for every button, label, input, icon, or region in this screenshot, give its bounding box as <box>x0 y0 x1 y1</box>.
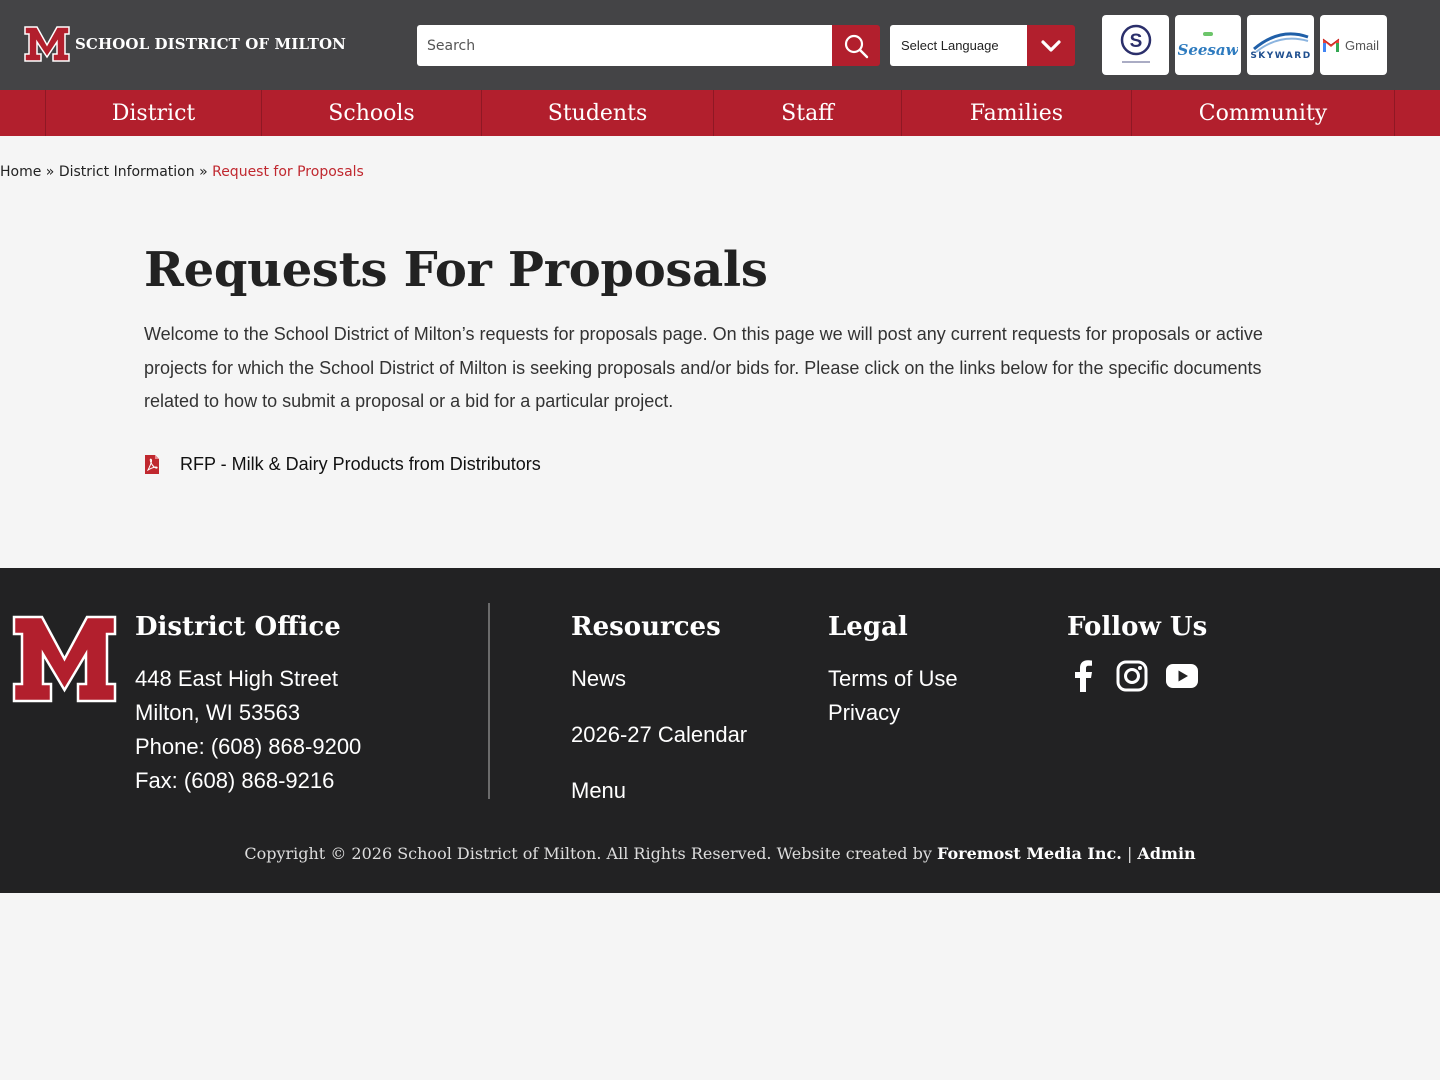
footer-link-calendar[interactable]: 2026-27 Calendar <box>571 722 747 748</box>
footer-phone: Phone: (608) 868-9200 <box>135 734 362 759</box>
intro-paragraph: Welcome to the School District of Milton… <box>144 324 1263 411</box>
site-header: SCHOOL DISTRICT OF MILTON Select Languag… <box>0 0 1440 90</box>
footer-heading-district-office: District Office <box>135 612 341 642</box>
footer-address-city: Milton, WI 53563 <box>135 700 301 725</box>
search-input[interactable] <box>417 25 832 66</box>
rfp-document-link[interactable]: RFP - Milk & Dairy Products from Distrib… <box>144 454 541 475</box>
gmail-logo-icon: Gmail <box>1322 38 1379 53</box>
nav-item-district[interactable]: District <box>45 90 261 136</box>
page-title: Requests For Proposals <box>144 242 768 298</box>
gmail-link[interactable]: Gmail <box>1320 15 1387 75</box>
instagram-icon <box>1116 660 1148 692</box>
nav-item-label: Families <box>969 100 1064 126</box>
nav-item-staff[interactable]: Staff <box>713 90 901 136</box>
nav-item-label: Students <box>547 100 648 126</box>
nav-item-label: Staff <box>781 100 834 126</box>
seesaw-link[interactable]: Seesaw <box>1175 15 1241 75</box>
breadcrumb: Home » District Information » Request fo… <box>0 164 364 180</box>
nav-divider <box>1394 90 1395 136</box>
svg-text:S: S <box>1129 31 1142 52</box>
footer-fax: Fax: (608) 868-9216 <box>135 768 335 793</box>
facebook-link[interactable] <box>1067 660 1099 692</box>
svg-text:Gmail: Gmail <box>1345 38 1379 53</box>
milton-m-footer-logo-icon <box>12 615 117 703</box>
schoology-logo-icon: S <box>1120 24 1151 63</box>
breadcrumb-home-link[interactable]: Home <box>0 164 41 180</box>
admin-link[interactable]: Admin <box>1137 844 1195 863</box>
language-select-label: Select Language <box>901 38 999 53</box>
chevron-down-icon <box>1041 39 1061 52</box>
footer-address-street: 448 East High Street <box>135 666 339 691</box>
site-footer: District Office 448 East High Street Mil… <box>0 568 1440 893</box>
copyright-text: Copyright © 2026 School District of Milt… <box>244 844 932 863</box>
nav-item-label: Community <box>1198 100 1328 126</box>
footer-heading-follow-us: Follow Us <box>1067 612 1208 642</box>
footer-copyright: Copyright © 2026 School District of Milt… <box>0 844 1440 863</box>
skyward-link[interactable]: SKYWARD <box>1247 15 1314 75</box>
footer-link-menu[interactable]: Menu <box>571 778 626 804</box>
copyright-separator: | <box>1126 844 1133 863</box>
milton-m-logo-icon <box>24 26 70 62</box>
language-select[interactable]: Select Language <box>890 25 1027 66</box>
nav-item-community[interactable]: Community <box>1131 90 1394 136</box>
breadcrumb-separator: » <box>199 164 208 180</box>
svg-text:Seesaw: Seesaw <box>1178 41 1238 59</box>
breadcrumb-current: Request for Proposals <box>212 164 364 180</box>
footer-divider <box>488 603 490 799</box>
breadcrumb-separator: » <box>45 164 55 180</box>
facebook-icon <box>1075 660 1092 692</box>
schoology-link[interactable]: S <box>1102 15 1169 75</box>
instagram-link[interactable] <box>1116 660 1148 692</box>
youtube-link[interactable] <box>1166 660 1198 692</box>
rfp-document-label: RFP - Milk & Dairy Products from Distrib… <box>180 454 541 474</box>
seesaw-logo-icon: Seesaw <box>1178 32 1238 59</box>
nav-item-schools[interactable]: Schools <box>261 90 481 136</box>
language-dropdown-button[interactable] <box>1027 25 1075 66</box>
footer-heading-legal: Legal <box>828 612 908 642</box>
nav-item-label: Schools <box>328 100 415 126</box>
breadcrumb-district-information-link[interactable]: District Information <box>59 164 195 180</box>
nav-item-students[interactable]: Students <box>481 90 713 136</box>
pdf-file-icon <box>145 455 159 474</box>
nav-item-families[interactable]: Families <box>901 90 1131 136</box>
svg-text:SKYWARD: SKYWARD <box>1250 51 1311 61</box>
youtube-icon <box>1166 664 1198 688</box>
footer-heading-resources: Resources <box>571 612 721 642</box>
skyward-logo-icon: SKYWARD <box>1250 32 1311 61</box>
nav-item-label: District <box>111 100 196 126</box>
site-logo-link[interactable]: SCHOOL DISTRICT OF MILTON <box>24 25 346 63</box>
search-button[interactable] <box>832 25 880 66</box>
main-navigation: District Schools Students Staff Families… <box>0 90 1440 136</box>
footer-link-terms-of-use[interactable]: Terms of Use <box>828 666 958 692</box>
search-icon <box>844 34 869 58</box>
creator-link[interactable]: Foremost Media Inc. <box>937 844 1122 863</box>
footer-link-privacy[interactable]: Privacy <box>828 700 900 726</box>
site-name: SCHOOL DISTRICT OF MILTON <box>75 35 346 53</box>
footer-link-news[interactable]: News <box>571 666 626 692</box>
